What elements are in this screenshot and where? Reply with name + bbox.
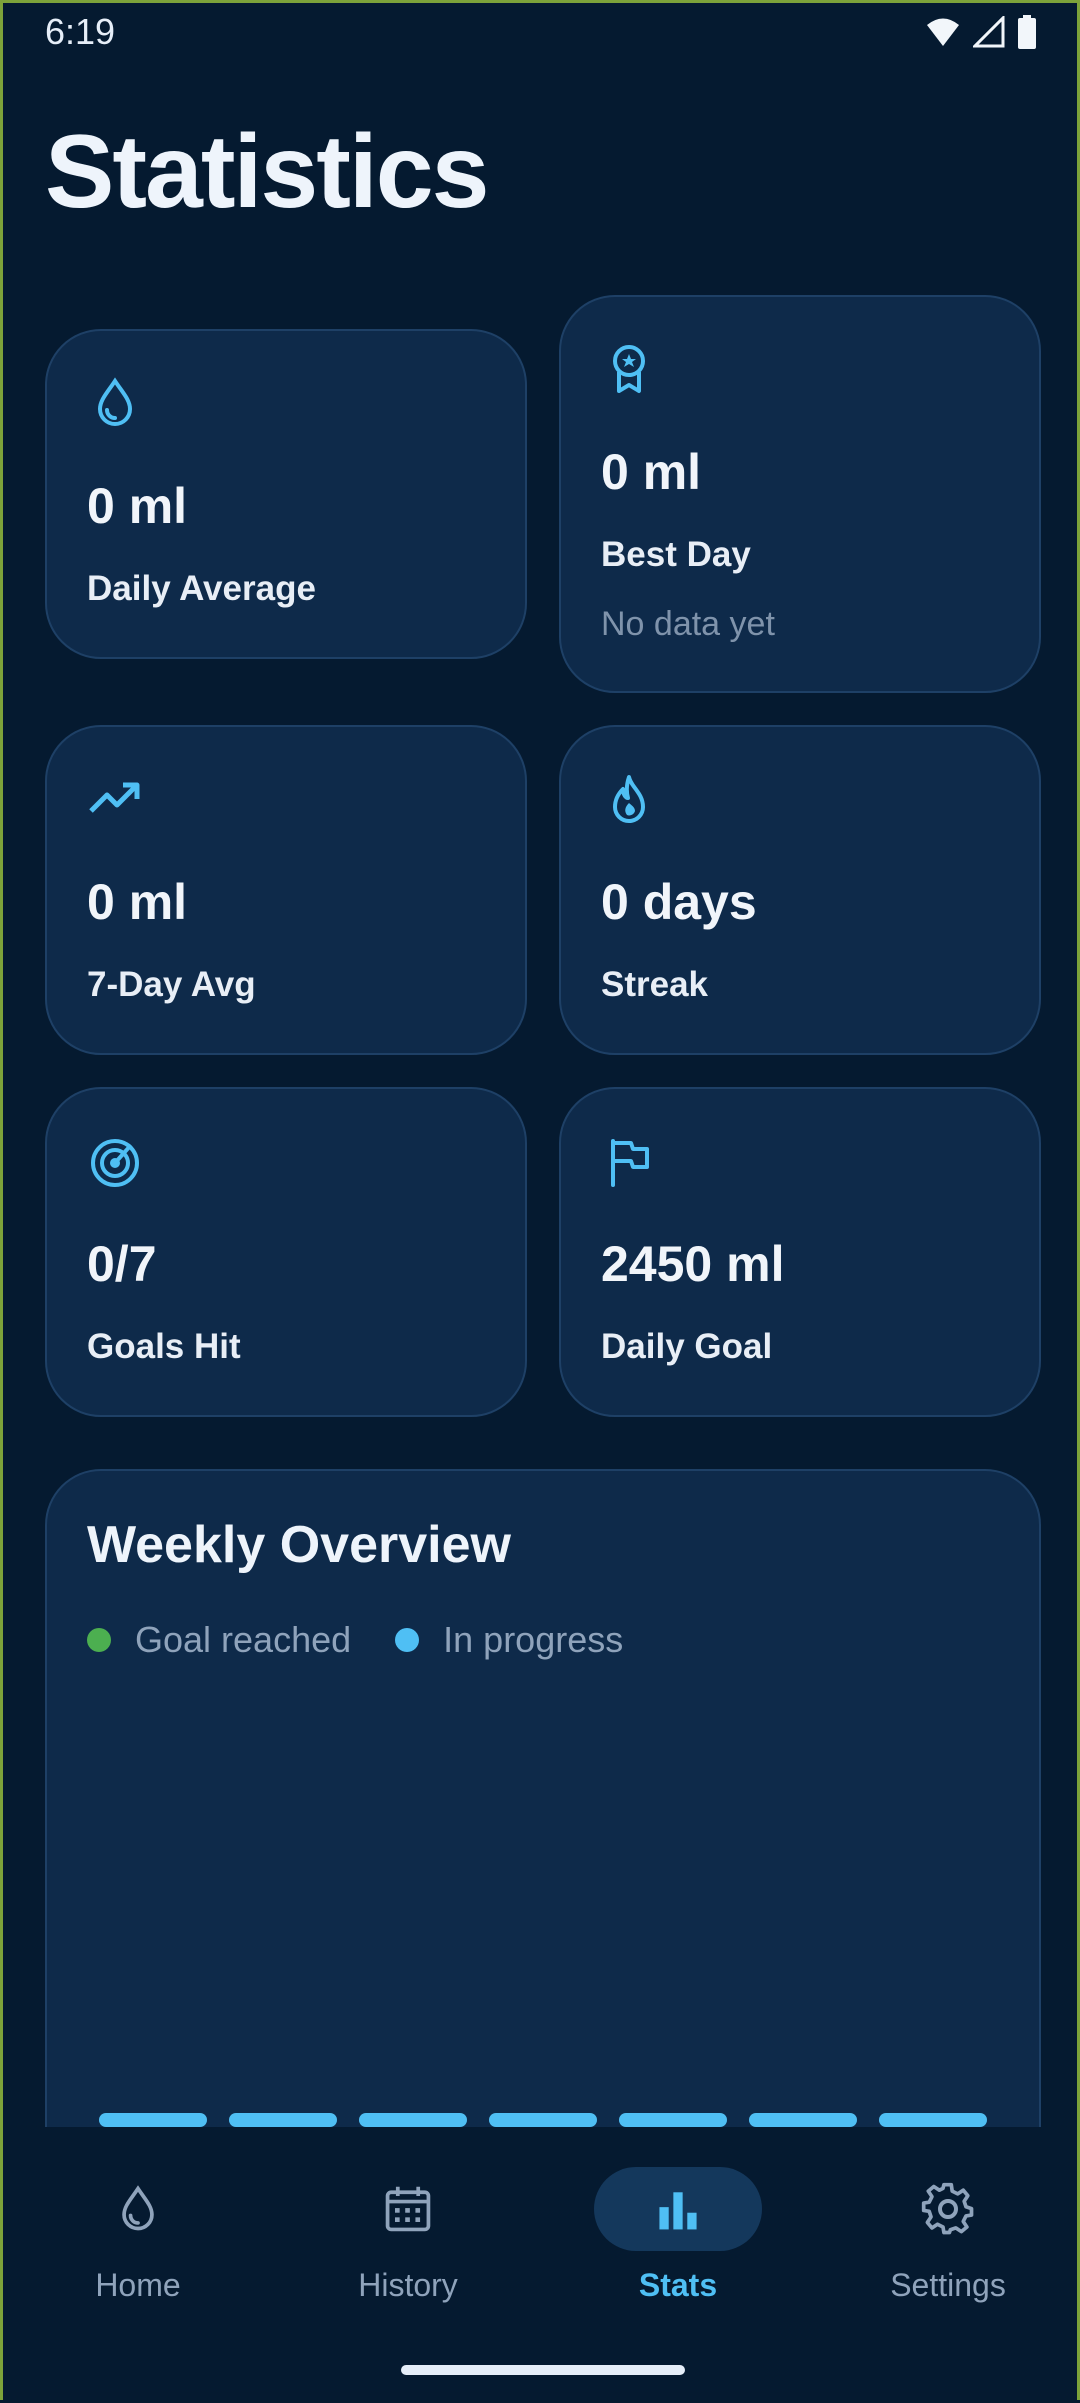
- battery-icon: [1018, 15, 1036, 49]
- chart-bar-1: [99, 2113, 207, 2127]
- trending-up-icon: [89, 782, 140, 813]
- bottom-navigation: Home History Stats Settings: [3, 2127, 1077, 2403]
- best-day-card: 0 ml Best Day No data yet: [559, 295, 1041, 693]
- status-bar: 6:19: [3, 3, 1077, 63]
- nav-item-home[interactable]: Home: [18, 2167, 258, 2304]
- status-time: 6:19: [45, 11, 116, 52]
- nav-history-pill: [324, 2167, 492, 2251]
- nav-stats-label: Stats: [638, 2267, 718, 2303]
- flag-icon: [611, 1139, 649, 1187]
- weekly-bar-chart: [99, 2113, 987, 2127]
- best-day-label: Best Day: [601, 535, 751, 574]
- nav-stats-pill: [594, 2167, 762, 2251]
- daily-goal-card: 2450 ml Daily Goal: [559, 1087, 1041, 1417]
- daily-goal-label: Daily Goal: [601, 1327, 773, 1366]
- streak-label: Streak: [601, 965, 709, 1004]
- chart-bar-5: [619, 2113, 727, 2127]
- daily-goal-value: 2450 ml: [601, 1236, 785, 1292]
- page-title: Statistics: [45, 114, 489, 230]
- bar-chart-icon: [659, 2192, 697, 2230]
- legend-label-in-progress: In progress: [443, 1619, 624, 1660]
- status-icons: [925, 15, 1037, 49]
- signal-icon: [973, 16, 1005, 48]
- flame-icon: [613, 775, 645, 823]
- daily-average-label: Daily Average: [87, 569, 316, 608]
- chart-bar-2: [229, 2113, 337, 2127]
- calendar-icon: [385, 2186, 431, 2232]
- home-indicator[interactable]: [401, 2365, 685, 2375]
- nav-history-label: History: [358, 2267, 458, 2303]
- streak-card: 0 days Streak: [559, 725, 1041, 1055]
- legend-dot-in-progress: [395, 1628, 420, 1652]
- weekly-overview-title: Weekly Overview: [87, 1516, 511, 1574]
- goals-hit-label: Goals Hit: [87, 1327, 241, 1366]
- water-drop-icon: [97, 377, 133, 426]
- streak-value: 0 days: [601, 874, 757, 930]
- gear-icon: [921, 2182, 974, 2235]
- target-icon: [91, 1139, 139, 1187]
- weekly-overview-card: Weekly Overview Goal reached In progress: [45, 1469, 1041, 2169]
- nav-home-label: Home: [95, 2267, 181, 2303]
- chart-legend: Goal reached In progress: [87, 1619, 667, 1661]
- nav-item-settings[interactable]: Settings: [828, 2167, 1068, 2304]
- daily-average-card: 0 ml Daily Average: [45, 329, 527, 659]
- chart-bar-4: [489, 2113, 597, 2127]
- nav-item-history[interactable]: History: [288, 2167, 528, 2304]
- daily-average-value: 0 ml: [87, 478, 188, 534]
- award-badge-icon: [613, 345, 645, 393]
- goals-hit-value: 0/7: [87, 1236, 157, 1292]
- legend-item-in-progress: In progress: [395, 1619, 623, 1661]
- legend-item-goal-reached: Goal reached: [87, 1619, 351, 1661]
- goals-hit-card: 0/7 Goals Hit: [45, 1087, 527, 1417]
- seven-day-avg-label: 7-Day Avg: [87, 965, 256, 1004]
- nav-settings-label: Settings: [890, 2267, 1006, 2303]
- legend-dot-goal-reached: [87, 1628, 111, 1652]
- best-day-value: 0 ml: [601, 444, 702, 500]
- seven-day-avg-card: 0 ml 7-Day Avg: [45, 725, 527, 1055]
- nav-item-stats[interactable]: Stats: [558, 2167, 798, 2304]
- best-day-subtext: No data yet: [601, 605, 775, 643]
- water-drop-icon: [122, 2185, 154, 2231]
- nav-settings-pill: [864, 2167, 1032, 2251]
- chart-bar-7: [879, 2113, 987, 2127]
- nav-home-pill: [54, 2167, 222, 2251]
- chart-bar-3: [359, 2113, 467, 2127]
- seven-day-avg-value: 0 ml: [87, 874, 188, 930]
- wifi-icon: [927, 18, 959, 46]
- legend-label-goal-reached: Goal reached: [135, 1619, 352, 1660]
- chart-bar-6: [749, 2113, 857, 2127]
